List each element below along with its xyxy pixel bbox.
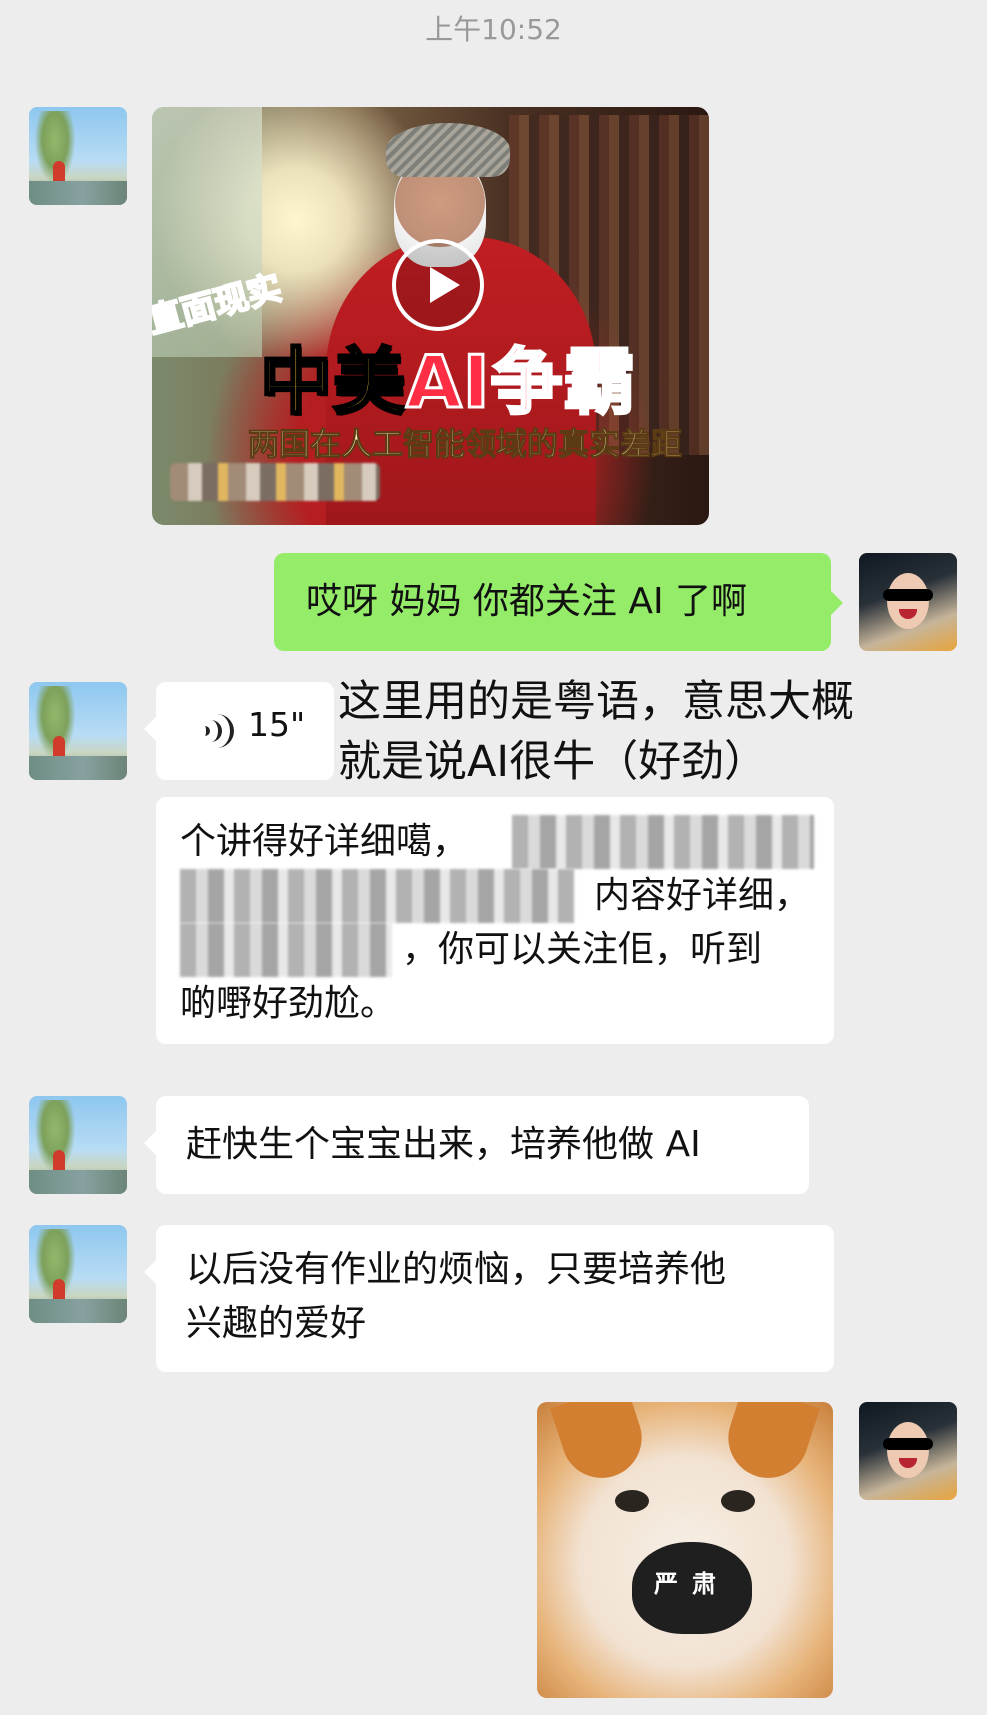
bubble-tail (144, 1260, 156, 1284)
video-headline-main-prefix: 中美 (258, 339, 407, 426)
sunglasses-image (883, 1438, 933, 1450)
play-icon (430, 267, 460, 303)
contact-avatar-mom[interactable] (29, 1096, 127, 1194)
video-presenter-cap (386, 123, 510, 177)
video-headline-sub: 两国在人工智能领域的真实差距 (248, 427, 683, 464)
contact-avatar-mom[interactable] (29, 1225, 127, 1323)
screenshot-annotation: 这里用的是粤语，意思大概 就是说AI很牛（好劲） (338, 677, 854, 787)
chat-bubble-mom-3[interactable]: 以后没有作业的烦恼，只要培养他 兴趣的爱好 (144, 1225, 834, 1372)
voice-duration: 15" (248, 705, 306, 744)
landscape-image (29, 1170, 127, 1194)
bubble-tail (144, 1131, 156, 1155)
shiba-sticker[interactable]: 严肃 (537, 1402, 833, 1698)
message-text: 以后没有作业的烦恼，只要培养他 兴趣的爱好 (186, 1249, 727, 1344)
blurred-text-patch (512, 815, 814, 869)
chat-bubble-mom-2[interactable]: 赶快生个宝宝出来，培养他做 AI (144, 1096, 809, 1194)
contact-avatar-mom[interactable] (29, 682, 127, 780)
dog-ear-image (717, 1402, 821, 1489)
blurred-text-patch (180, 869, 574, 923)
chat-timestamp: 上午10:52 (425, 13, 562, 46)
contact-avatar-mom[interactable] (29, 107, 127, 205)
bubble-tail (831, 591, 843, 615)
avatar-face-image (887, 573, 929, 629)
dog-eye-image (615, 1490, 649, 1512)
video-headline-main: 中美AI争霸 (258, 323, 638, 428)
sticker-label: 严肃 (654, 1570, 730, 1598)
dog-ear-image (549, 1402, 653, 1489)
bubble-tail (144, 717, 156, 741)
landscape-image (29, 181, 127, 205)
video-headline-main-ai: AI争霸 (405, 339, 638, 426)
transcript-line-3: ，你可以关注佢，听到 (402, 929, 763, 970)
transcript-line-4: 啲嘢好劲尬。 (180, 983, 397, 1024)
user-avatar-me[interactable] (859, 1402, 957, 1500)
voice-transcript-bubble[interactable]: 个讲得好详细噶， 内容好详细， ，你可以关注佢，听到 啲嘢好劲尬。 (156, 797, 834, 1044)
transcript-line-2: 内容好详细， (594, 875, 811, 916)
landscape-image (29, 756, 127, 780)
landscape-image (29, 1299, 127, 1323)
message-text: 哎呀 妈妈 你都关注 AI 了啊 (306, 581, 748, 622)
play-button[interactable] (392, 239, 484, 331)
avatar-face-image (887, 1422, 929, 1478)
sunglasses-image (883, 589, 933, 601)
chat-bubble-me-1[interactable]: 哎呀 妈妈 你都关注 AI 了啊 (274, 553, 843, 651)
blurred-text-patch (180, 923, 392, 977)
user-avatar-me[interactable] (859, 553, 957, 651)
voice-message[interactable]: 15" (144, 682, 334, 780)
video-blurred-caption (170, 463, 380, 501)
voice-wave-icon (200, 710, 238, 752)
message-text: 赶快生个宝宝出来，培养他做 AI (186, 1124, 701, 1165)
dog-eye-image (721, 1490, 755, 1512)
shared-video-card[interactable]: 直面现实 中美AI争霸 两国在人工智能领域的真实差距 (152, 107, 709, 525)
